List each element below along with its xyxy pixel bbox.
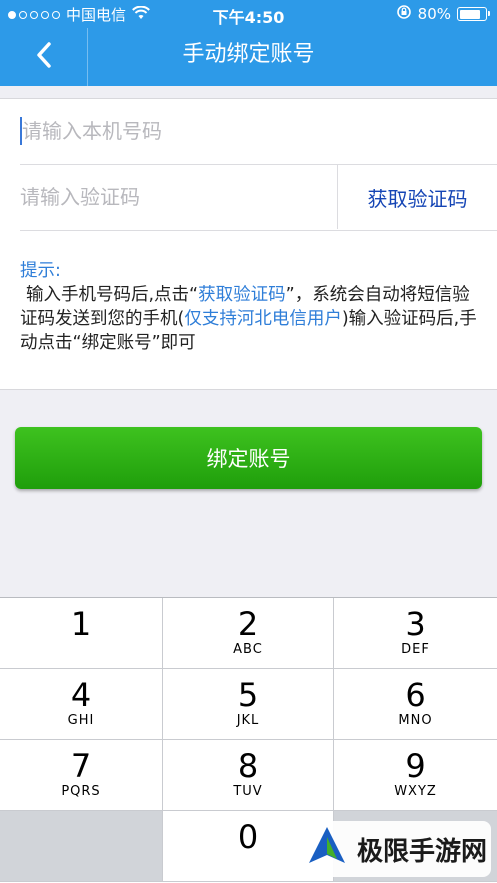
key-digit: 4	[70, 676, 92, 714]
key-letters: MNO	[398, 713, 433, 728]
key-digit: 6	[405, 676, 426, 714]
phone-number-input[interactable]	[20, 99, 320, 163]
top-bar: 中国电信 下午4:50 80% 手动绑定账号	[0, 0, 497, 86]
page-title: 手动绑定账号	[182, 42, 315, 67]
rotation-lock-icon	[396, 4, 412, 24]
key-digit: 2	[237, 605, 259, 643]
key-letters: GHI	[67, 713, 95, 728]
phone-row	[20, 99, 497, 165]
numeric-keypad: 1 2 ABC 3 DEF 4 GHI 5 JKL 6 MNO 7 PQRS 8 TUV 9W…	[0, 597, 497, 883]
key-letters: WXYZ	[394, 784, 437, 799]
key-5[interactable]: 5 JKL	[163, 669, 334, 740]
key-1[interactable]: 1	[0, 598, 163, 669]
key-blank	[0, 811, 163, 882]
key-letters: TUV	[233, 784, 263, 799]
hint-link-hebei-only: 仅支持河北电信用户	[184, 309, 342, 329]
key-2[interactable]: 2 ABC	[163, 598, 334, 669]
key-digit: 1	[70, 605, 92, 643]
key-digit: 9	[405, 747, 426, 785]
key-6[interactable]: 6 MNO	[334, 669, 497, 740]
key-letters: JKL	[236, 713, 260, 728]
hint-label: 提示:	[20, 261, 61, 281]
key-letters: DEF	[401, 642, 430, 657]
key-4[interactable]: 4 GHI	[0, 669, 163, 740]
bind-form: 获取验证码 提示: 输入手机号码后,点击“获取验证码”，系统会自动将短信验证码发…	[0, 98, 497, 390]
key-digit: 5	[237, 676, 259, 714]
key-3[interactable]: 3 DEF	[334, 598, 497, 669]
key-digit: 8	[237, 747, 259, 785]
watermark: 极限手游网	[299, 821, 491, 877]
bind-account-button[interactable]: 绑定账号	[15, 427, 482, 489]
battery-fill	[459, 9, 480, 19]
verification-code-input[interactable]	[20, 165, 320, 229]
key-7[interactable]: 7 PQRS	[0, 740, 163, 811]
get-code-button[interactable]: 获取验证码	[337, 165, 497, 229]
key-digit: 7	[70, 747, 92, 785]
code-row: 获取验证码	[20, 165, 497, 231]
hint-link-get-code: 获取验证码	[198, 285, 286, 305]
key-8[interactable]: 8 TUV	[163, 740, 334, 811]
hint-part: 输入手机号码后,点击“	[26, 285, 199, 305]
battery-percent: 80%	[417, 5, 451, 23]
key-letters: ABC	[233, 642, 263, 657]
key-letters: PQRS	[61, 784, 101, 799]
watermark-text: 极限手游网	[357, 836, 488, 867]
battery-icon	[457, 7, 490, 21]
watermark-logo-icon	[305, 825, 349, 873]
status-bar: 中国电信 下午4:50 80%	[0, 0, 497, 28]
status-right: 80%	[396, 4, 490, 24]
key-digit: 3	[405, 605, 426, 643]
key-9[interactable]: 9 WXYZ	[334, 740, 497, 811]
hint-text: 提示: 输入手机号码后,点击“获取验证码”，系统会自动将短信验证码发送到您的手机…	[20, 259, 480, 355]
navigation-bar: 手动绑定账号	[0, 28, 497, 86]
